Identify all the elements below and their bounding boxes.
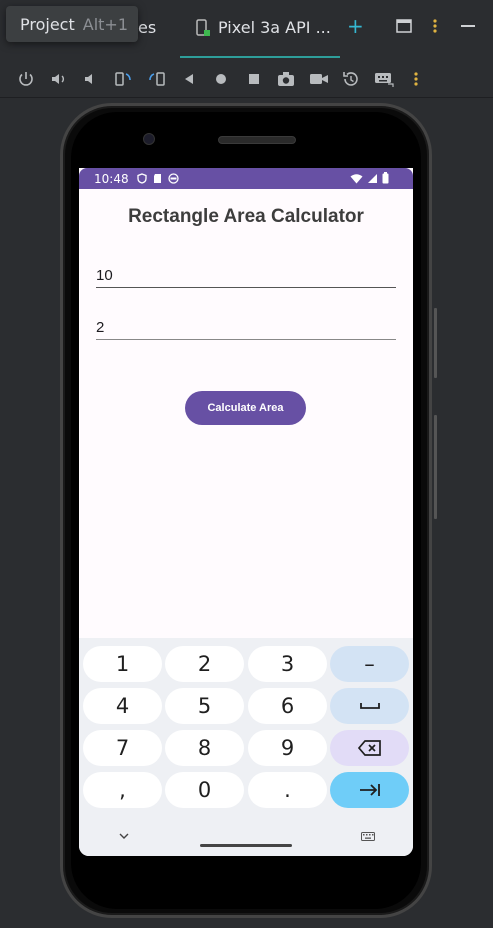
key-0[interactable]: 0: [165, 772, 244, 808]
window-maximize-icon[interactable]: [396, 18, 412, 34]
key-minus[interactable]: –: [330, 646, 409, 682]
snapshot-icon[interactable]: [340, 68, 362, 90]
tab-device-pixel3a[interactable]: Pixel 3a API ...: [196, 18, 331, 37]
power-icon[interactable]: [15, 68, 37, 90]
chevron-down-icon[interactable]: [119, 832, 129, 840]
key-5[interactable]: 5: [165, 688, 244, 724]
more-vertical-icon[interactable]: [431, 18, 439, 34]
volume-up-icon[interactable]: [48, 68, 70, 90]
tooltip-label: Project: [20, 14, 75, 34]
key-6[interactable]: 6: [248, 688, 327, 724]
minimize-icon[interactable]: [461, 18, 475, 34]
battery-icon: [382, 172, 389, 184]
emulator-toolbar: [0, 60, 493, 98]
overview-icon[interactable]: [243, 68, 265, 90]
key-7[interactable]: 7: [83, 730, 162, 766]
back-icon[interactable]: [178, 68, 200, 90]
gesture-nav-handle[interactable]: [200, 844, 292, 847]
key-comma[interactable]: ,: [83, 772, 162, 808]
length-input[interactable]: 10: [96, 267, 396, 288]
front-camera: [143, 133, 155, 145]
rotate-right-icon[interactable]: [145, 68, 167, 90]
power-side-button[interactable]: [434, 308, 437, 378]
keyboard-icon[interactable]: [373, 68, 395, 90]
active-tab-underline: [180, 56, 340, 58]
tab-next-icon: [359, 784, 380, 796]
cell-signal-icon: [368, 173, 377, 183]
device-screen[interactable]: 10:48 Rectangle Area Calculator 10 2 Cal…: [79, 168, 413, 856]
status-time: 10:48: [94, 171, 129, 186]
android-studio-window: es Pixel 3a API ... + Project Alt+1 10:4…: [0, 0, 493, 928]
app-notification-icon: [167, 173, 179, 184]
rotate-left-icon[interactable]: [113, 68, 135, 90]
sd-card-icon: [153, 174, 161, 183]
key-3[interactable]: 3: [248, 646, 327, 682]
tooltip-shortcut: Alt+1: [82, 14, 128, 34]
key-4[interactable]: 4: [83, 688, 162, 724]
key-space[interactable]: [330, 688, 409, 724]
backspace-icon: [357, 740, 381, 756]
tab-running-devices-partial[interactable]: es: [138, 18, 156, 37]
key-period[interactable]: .: [248, 772, 327, 808]
device-tab-label: Pixel 3a API ...: [218, 18, 331, 37]
status-bar: 10:48: [79, 168, 413, 189]
more-icon[interactable]: [405, 68, 427, 90]
video-icon[interactable]: [308, 68, 330, 90]
add-tab-button[interactable]: +: [347, 14, 364, 38]
space-bar-icon: [359, 703, 380, 709]
project-tooltip: Project Alt+1: [6, 6, 138, 42]
status-system-icons: [350, 172, 389, 184]
width-input[interactable]: 2: [96, 319, 396, 340]
key-1[interactable]: 1: [83, 646, 162, 682]
key-8[interactable]: 8: [165, 730, 244, 766]
keyboard-switch-icon[interactable]: [361, 832, 375, 841]
volume-side-button[interactable]: [434, 415, 437, 519]
volume-down-icon[interactable]: [80, 68, 102, 90]
camera-icon[interactable]: [275, 68, 297, 90]
keyboard-nav-row: [79, 824, 413, 856]
wifi-icon: [350, 173, 363, 183]
key-backspace[interactable]: [330, 730, 409, 766]
key-9[interactable]: 9: [248, 730, 327, 766]
earpiece-speaker: [218, 136, 296, 144]
shield-icon: [136, 173, 147, 184]
app-title: Rectangle Area Calculator: [128, 206, 364, 227]
device-icon: [196, 18, 210, 36]
status-notification-icons: [136, 173, 179, 184]
numeric-keyboard: 1 2 3 – 4 5 6 7 8 9 , 0 .: [79, 638, 413, 856]
key-next[interactable]: [330, 772, 409, 808]
home-icon[interactable]: [210, 68, 232, 90]
calculate-area-button[interactable]: Calculate Area: [185, 391, 306, 425]
key-2[interactable]: 2: [165, 646, 244, 682]
